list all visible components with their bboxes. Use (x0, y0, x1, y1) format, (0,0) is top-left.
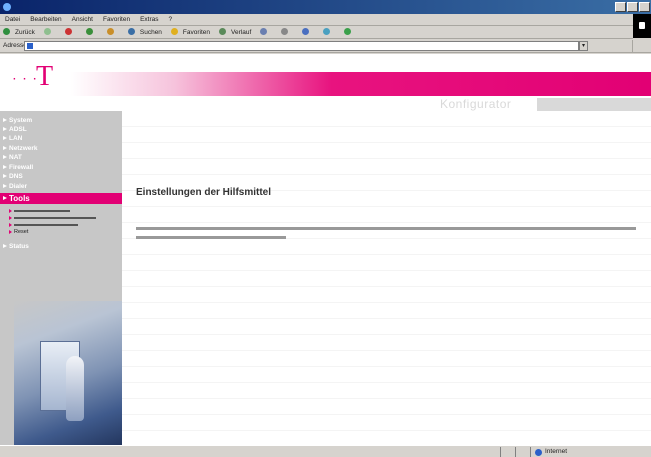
search-icon (127, 28, 135, 35)
messenger-button[interactable] (341, 26, 362, 38)
star-icon (170, 28, 178, 35)
nav-item-adsl[interactable]: ADSL (0, 125, 122, 134)
configurator-label: Konfigurator (440, 97, 512, 111)
print-button[interactable] (278, 26, 299, 38)
nav-item-nat[interactable]: NAT (0, 153, 122, 162)
brand-header: · · · T (0, 54, 651, 98)
page-description (136, 225, 644, 239)
globe-icon (535, 449, 542, 456)
windows-logo-throbber (633, 14, 651, 38)
browser-window: Datei Bearbeiten Ansicht Favoriten Extras? Z… (0, 0, 651, 457)
menu-item-help[interactable]: ? (164, 14, 178, 25)
sub-header: Konfigurator (0, 98, 651, 111)
menu-item-datei[interactable]: Datei (0, 14, 25, 25)
discuss-button[interactable] (320, 26, 341, 38)
favorites-button[interactable]: Favoriten (168, 26, 216, 38)
menu-bar: Datei Bearbeiten Ansicht Favoriten Extras? (0, 14, 651, 26)
mail-button[interactable] (257, 26, 278, 38)
menu-item-extras[interactable]: Extras (135, 14, 163, 25)
photo-person (66, 356, 84, 421)
main-content: Einstellungen der Hilfsmittel (122, 111, 651, 445)
search-button[interactable]: Suchen (125, 26, 168, 38)
nav-item-lan[interactable]: LAN (0, 134, 122, 143)
print-icon (281, 28, 289, 35)
edit-button[interactable] (299, 26, 320, 38)
nav-item-firewall[interactable]: Firewall (0, 163, 122, 172)
address-input[interactable] (24, 41, 579, 51)
decorative-photo (14, 301, 122, 445)
forward-arrow-icon (43, 28, 51, 35)
status-cell (515, 447, 530, 457)
magenta-banner (70, 72, 651, 96)
nav-item-dialer[interactable]: Dialer (0, 182, 122, 191)
security-zone: Internet (530, 447, 651, 457)
minimize-button[interactable] (615, 2, 626, 12)
edit-icon (302, 28, 310, 35)
history-button[interactable]: Verlauf (216, 26, 257, 38)
refresh-button[interactable] (83, 26, 104, 38)
menu-item-favoriten[interactable]: Favoriten (98, 14, 135, 25)
unreadable-text-line (136, 227, 636, 230)
menu-item-ansicht[interactable]: Ansicht (67, 14, 98, 25)
page-viewport: · · · T Konfigurator System ADSL LAN Net… (0, 54, 651, 445)
stop-button[interactable] (62, 26, 83, 38)
refresh-icon (85, 28, 93, 35)
nav-sub-item-reset[interactable]: Reset (0, 228, 122, 236)
left-navigation: System ADSL LAN Netzwerk NAT Firewall DN… (0, 111, 122, 445)
back-arrow-icon (3, 28, 10, 35)
telekom-t-logo: T (36, 61, 54, 92)
title-bar (0, 0, 651, 14)
page-icon (27, 43, 33, 49)
nav-item-status[interactable]: Status (0, 242, 122, 251)
toolbar: Zurück Suchen Favoriten Verlauf (0, 26, 633, 39)
internet-explorer-icon (3, 3, 11, 11)
address-dropdown-button[interactable]: ▾ (579, 41, 588, 51)
status-bar: Internet (0, 445, 651, 457)
nav-item-system[interactable]: System (0, 116, 122, 125)
status-cell (500, 447, 515, 457)
unreadable-text-line (136, 236, 286, 239)
unreadable-label (14, 223, 78, 226)
discuss-icon (323, 28, 331, 35)
menu-item-bearbeiten[interactable]: Bearbeiten (25, 14, 66, 25)
stop-icon (64, 28, 72, 35)
close-button[interactable] (639, 2, 650, 12)
nav-item-dns[interactable]: DNS (0, 172, 122, 181)
links-button[interactable] (632, 40, 651, 52)
forward-button[interactable] (41, 26, 62, 38)
back-button[interactable]: Zurück (0, 26, 41, 38)
nav-item-netzwerk[interactable]: Netzwerk (0, 144, 122, 153)
page-title: Einstellungen der Hilfsmittel (136, 187, 272, 198)
history-icon (219, 28, 227, 35)
mail-icon (260, 28, 268, 35)
unreadable-label (14, 209, 70, 212)
nav-item-tools[interactable]: Tools (0, 193, 122, 204)
go-button[interactable] (592, 40, 629, 52)
unreadable-label (14, 216, 96, 219)
home-icon (106, 28, 114, 35)
start-tabs[interactable] (537, 98, 651, 111)
brand-dots: · · · (13, 74, 39, 85)
messenger-icon (344, 28, 352, 35)
maximize-button[interactable] (627, 2, 638, 12)
home-button[interactable] (104, 26, 125, 38)
address-bar: Adresse ▾ (0, 39, 651, 53)
